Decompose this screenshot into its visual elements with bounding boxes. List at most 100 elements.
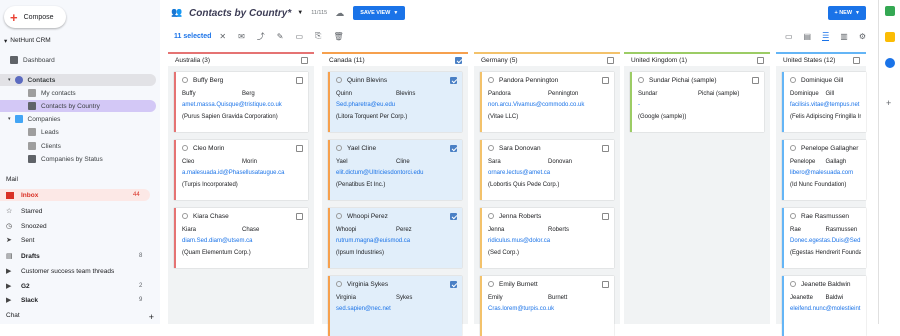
contact-card[interactable]: Yael Cline Yael Cline elit.dictum@Ultricies… [328, 140, 462, 200]
mail-item-g2[interactable]: ▶ G2 2 [6, 280, 142, 292]
view-title[interactable]: Contacts by Country* [189, 8, 291, 19]
merge-icon[interactable]: ⤴ [257, 31, 265, 42]
column-select-checkbox[interactable] [607, 56, 614, 64]
card-select-checkbox[interactable] [450, 212, 457, 220]
view-dropdown-icon[interactable]: ▼ [297, 10, 303, 16]
card-email[interactable]: Sed.pharetra@eu.edu [336, 99, 457, 111]
card-select-checkbox[interactable] [450, 144, 457, 152]
keep-icon[interactable] [885, 32, 895, 42]
contact-card[interactable]: Dominique Gill Dominique Gill facilisis.vit… [782, 72, 866, 132]
delete-icon[interactable]: 🗑 [333, 32, 343, 41]
done-circle-icon[interactable] [488, 77, 494, 83]
contact-card[interactable]: Jenna Roberts Jenna Roberts ridiculus.mus@d… [480, 208, 614, 268]
settings-gear-icon[interactable]: ⚙ [859, 32, 866, 41]
contact-card[interactable]: Sundar Pichai (sample) Sundar Pichai (samp… [630, 72, 764, 132]
contact-card[interactable]: Pandora Pennington Pandora Pennington non.a… [480, 72, 614, 132]
add-chat-icon[interactable]: + [149, 312, 154, 322]
clear-selection-icon[interactable]: ✕ [219, 32, 226, 41]
contact-card[interactable]: Whoopi Perez Whoopi Perez rutrum.magna@euis… [328, 208, 462, 268]
mail-item-drafts[interactable]: ▤ Drafts 8 [6, 250, 142, 262]
list-view-icon[interactable]: ▤ [804, 32, 812, 41]
card-select-checkbox[interactable] [296, 76, 303, 84]
done-circle-icon[interactable] [488, 145, 494, 151]
card-email[interactable]: non.arcu.Vivamus@commodo.co.uk [488, 99, 609, 111]
card-email[interactable]: eleifend.nunc@molestieint [790, 303, 861, 315]
contact-card[interactable]: Penelope Gallagher Penelope Gallagh libero@… [782, 140, 866, 200]
contact-card[interactable]: Buffy Berg Buffy Berg amet.massa.Quisque@tr… [174, 72, 308, 132]
contact-card[interactable]: Rae Rasmussen Rae Rasmussen Donec.egestas.D… [782, 208, 866, 268]
table-view-icon[interactable]: ▭ [785, 32, 793, 41]
card-select-checkbox[interactable] [602, 212, 609, 220]
sidebar-item-leads[interactable]: Leads [0, 126, 59, 138]
sidebar-item-contacts-by-country[interactable]: Contacts by Country [0, 100, 156, 112]
card-email[interactable]: Cras.lorem@turpis.co.uk [488, 303, 609, 315]
done-circle-icon[interactable] [790, 213, 796, 219]
contact-card[interactable]: Kiara Chase Kiara Chase diam.Sed.diam@utsem… [174, 208, 308, 268]
sidebar-item-dashboard[interactable]: Dashboard [0, 54, 55, 66]
column-select-checkbox[interactable] [301, 56, 308, 64]
done-circle-icon[interactable] [790, 77, 796, 83]
card-email[interactable]: Donec.egestas.Duis@Sed.e [790, 235, 861, 247]
done-circle-icon[interactable] [336, 77, 342, 83]
column-select-checkbox[interactable] [853, 56, 860, 64]
mail-item-sent[interactable]: ➤ Sent [6, 234, 34, 246]
done-circle-icon[interactable] [182, 77, 188, 83]
chat-section[interactable]: Chat + [6, 312, 154, 322]
card-select-checkbox[interactable] [296, 144, 303, 152]
card-email[interactable]: - [638, 99, 759, 111]
filter-icon[interactable]: ☰ [822, 31, 830, 41]
move-folder-icon[interactable]: ▭ [295, 32, 303, 41]
card-select-checkbox[interactable] [296, 212, 303, 220]
done-circle-icon[interactable] [182, 213, 188, 219]
mail-section-header[interactable]: Mail [6, 176, 18, 183]
export-icon[interactable]: ⎘ [315, 31, 321, 41]
done-circle-icon[interactable] [638, 77, 644, 83]
add-addon-icon[interactable]: + [886, 98, 891, 108]
contact-card[interactable]: Sara Donovan Sara Donovan ornare.lectus@ame… [480, 140, 614, 200]
card-email[interactable]: elit.dictum@Ultriciesdontorci.edu [336, 167, 457, 179]
email-icon[interactable]: ✉ [238, 32, 245, 41]
done-circle-icon[interactable] [182, 145, 188, 151]
mail-item-snoozed[interactable]: ◷ Snoozed [6, 220, 47, 232]
done-circle-icon[interactable] [336, 281, 342, 287]
card-email[interactable]: libero@malesuada.com [790, 167, 861, 179]
mail-item-starred[interactable]: ☆ Starred [6, 205, 42, 217]
nethunt-crm-header[interactable]: ▾ NetHunt CRM [4, 37, 51, 45]
save-view-button[interactable]: SAVE VIEW ▼ [353, 6, 406, 20]
sidebar-item-my-contacts[interactable]: My contacts [0, 87, 76, 99]
sidebar-item-companies[interactable]: ▾ Companies [0, 113, 60, 125]
sidebar-item-contacts[interactable]: ▾ Contacts [0, 74, 156, 86]
sidebar-item-clients[interactable]: Clients [0, 140, 61, 152]
done-circle-icon[interactable] [790, 281, 796, 287]
card-email[interactable]: ornare.lectus@amet.ca [488, 167, 609, 179]
card-select-checkbox[interactable] [602, 144, 609, 152]
done-circle-icon[interactable] [488, 213, 494, 219]
card-email[interactable]: a.malesuada.id@Phasellusataugue.ca [182, 167, 303, 179]
sheets-icon[interactable] [885, 6, 895, 16]
card-email[interactable]: sed.sapien@nec.net [336, 303, 457, 315]
card-select-checkbox[interactable] [752, 76, 759, 84]
card-email[interactable]: ridiculus.mus@dolor.ca [488, 235, 609, 247]
card-email[interactable]: diam.Sed.diam@utsem.ca [182, 235, 303, 247]
contact-card[interactable]: Quinn Blevins Quinn Blevins Sed.pharetra@eu… [328, 72, 462, 132]
sidebar-item-companies-by-status[interactable]: Companies by Status [0, 153, 103, 165]
card-select-checkbox[interactable] [602, 76, 609, 84]
contact-card[interactable]: Emily Burnett Emily Burnett Cras.lorem@turp… [480, 276, 614, 336]
done-circle-icon[interactable] [790, 145, 796, 151]
card-email[interactable]: amet.massa.Quisque@tristique.co.uk [182, 99, 303, 111]
card-select-checkbox[interactable] [602, 280, 609, 288]
column-select-checkbox[interactable] [757, 56, 764, 64]
tasks-icon[interactable] [885, 58, 895, 68]
mail-item-slack[interactable]: ▶ Slack 9 [6, 294, 142, 306]
card-email[interactable]: facilisis.vitae@tempus.net [790, 99, 861, 111]
done-circle-icon[interactable] [336, 213, 342, 219]
card-select-checkbox[interactable] [450, 76, 457, 84]
contact-card[interactable]: Virginia Sykes Virginia Sykes sed.sapien@ne… [328, 276, 462, 336]
mail-item-customer-success[interactable]: ▶ Customer success team threads [6, 265, 114, 277]
compose-button[interactable]: + Compose [4, 6, 66, 28]
column-select-checkbox[interactable] [455, 56, 462, 64]
new-record-button[interactable]: + NEW ▼ [828, 6, 866, 20]
contact-card[interactable]: Cleo Morin Cleo Morin a.malesuada.id@Phasel… [174, 140, 308, 200]
contact-card[interactable]: Jeanette Baldwin Jeanette Baldwi eleifend.n… [782, 276, 866, 336]
columns-icon[interactable]: ▥ [840, 32, 848, 41]
